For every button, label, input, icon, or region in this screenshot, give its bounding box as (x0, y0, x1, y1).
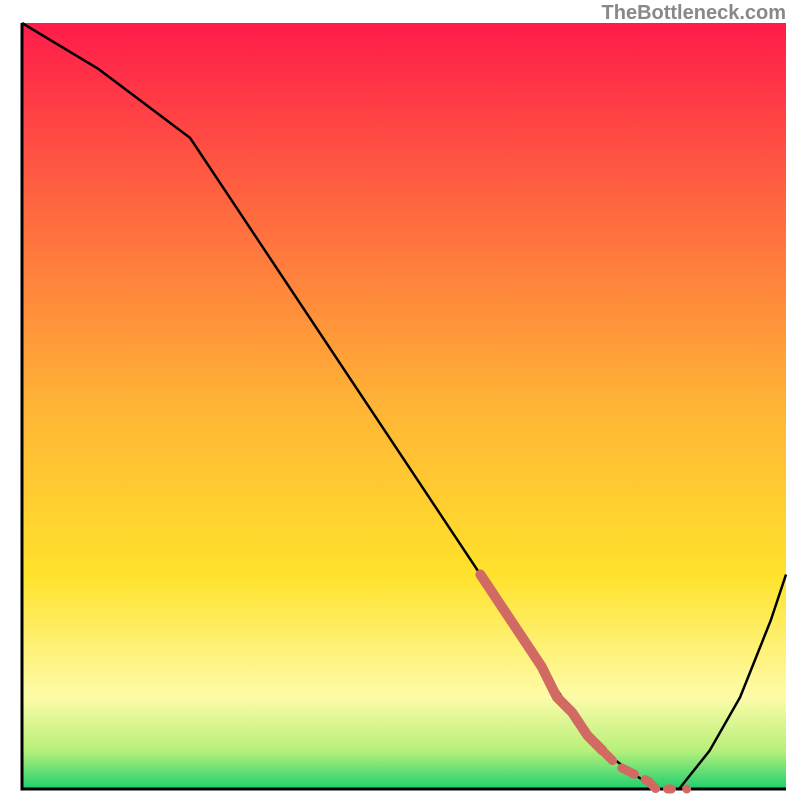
chart-container: TheBottleneck.com (0, 0, 800, 800)
gradient-background (22, 23, 786, 789)
watermark-text: TheBottleneck.com (602, 2, 786, 25)
bottleneck-chart (0, 0, 800, 800)
highlight-end-dot (682, 785, 691, 794)
